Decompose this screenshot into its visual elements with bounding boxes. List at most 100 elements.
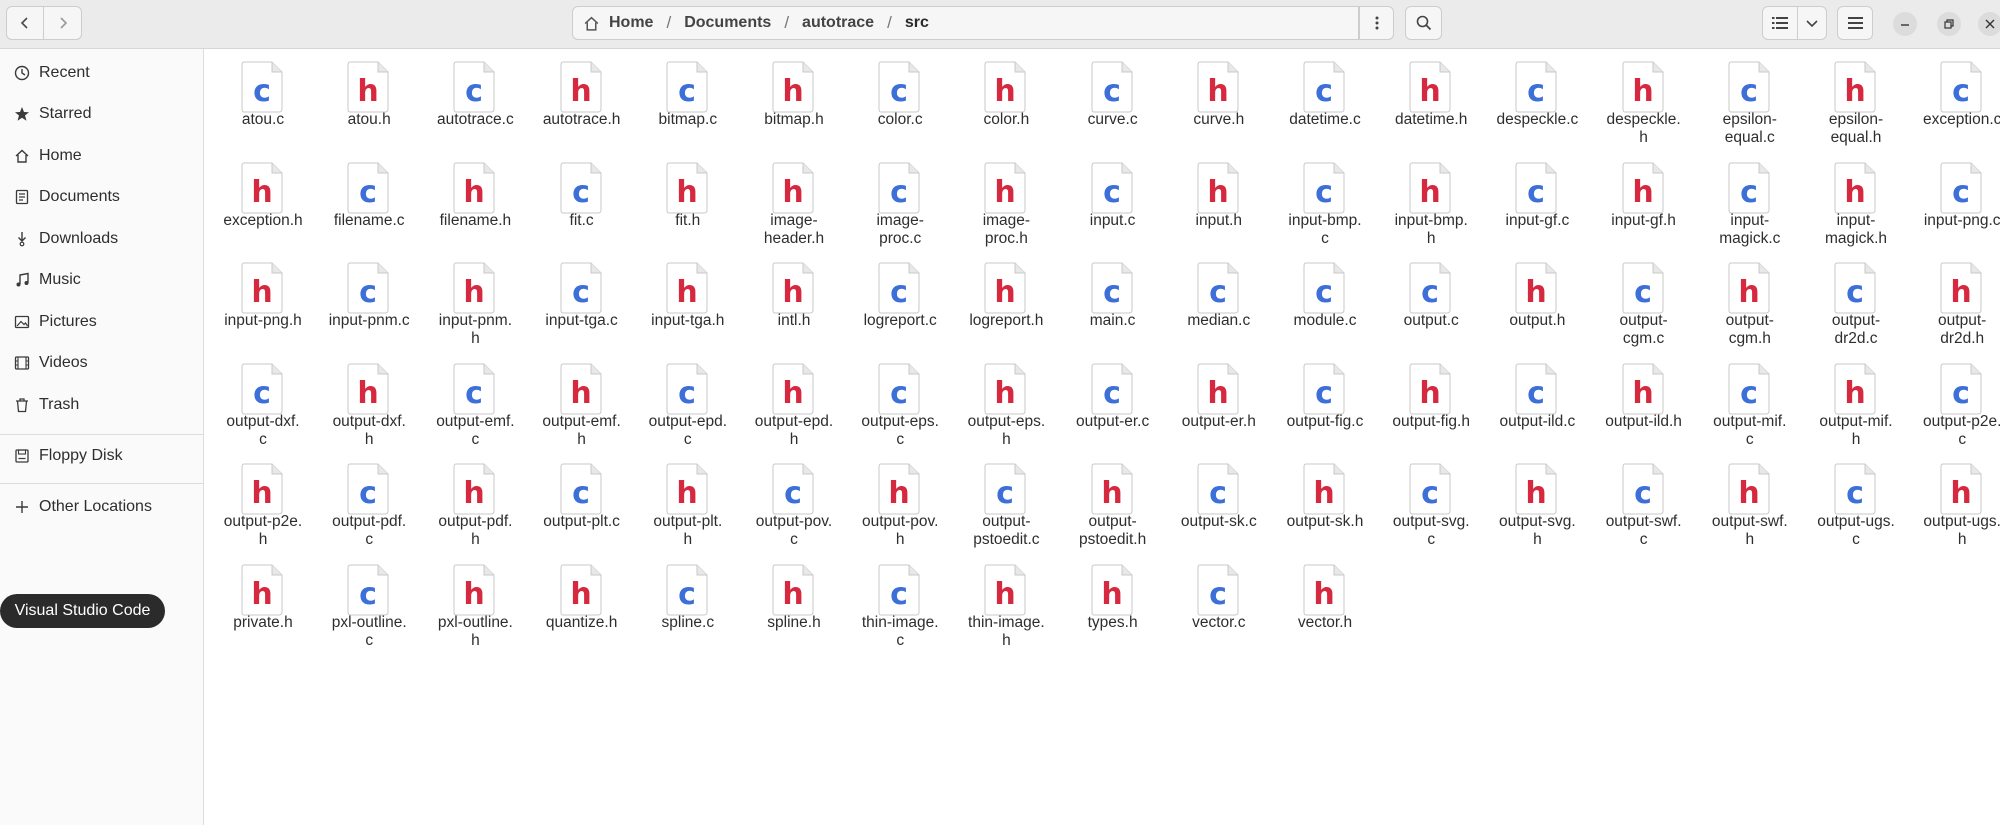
file-name: output-swf. h [1711,513,1788,548]
sidebar-divider [0,483,203,484]
file-name: image-header.h [763,211,825,247]
sidebar-item-music[interactable]: Music [0,261,203,299]
main-menu-button[interactable] [1837,6,1873,40]
file-name: output-p2e. h [223,513,303,548]
sidebar-item-home[interactable]: Home [0,137,203,175]
svg-text:h: h [464,275,485,310]
c-header-file-icon: h [1834,363,1876,414]
file-name: despeckle. h [1606,111,1681,146]
c-source-file-icon: c [1622,262,1664,314]
sidebar-item-floppy-disk[interactable]: Floppy Disk [0,437,203,475]
file-name: output-pdf. h [438,513,513,548]
c-header-file-icon: h [1091,463,1133,515]
c-source-file-icon: c [347,463,389,515]
svg-text:h: h [1844,175,1865,210]
file-name: output.h [1509,312,1566,329]
file-name: output-ild.c [1499,412,1576,430]
file-name: output-pstoedit.c [973,513,1040,548]
file-name: atou.h [347,111,391,128]
c-source-file-icon: c [560,162,602,213]
c-source-file-icon: c [1197,262,1239,314]
svg-text:c: c [1952,376,1970,411]
c-source-file-icon: c [1515,363,1557,414]
file-name: output-svg. h [1499,513,1576,548]
svg-text:c: c [1421,275,1439,310]
list-view-button[interactable] [1762,6,1798,40]
file-name: curve.h [1193,111,1245,128]
file-name: logreport.c [863,312,937,329]
c-header-file-icon: h [1515,463,1557,515]
file-name: vector.c [1192,613,1246,631]
svg-text:c: c [1846,476,1864,511]
sidebar-item-other-locations[interactable]: Other Locations [0,488,203,526]
file-name: output-svg. c [1392,513,1470,548]
back-button[interactable] [6,6,44,40]
tooltip: Visual Studio Code [0,594,165,628]
svg-text:c: c [359,275,377,310]
svg-text:h: h [1632,175,1653,210]
svg-text:h: h [995,376,1016,411]
sidebar-item-trash[interactable]: Trash [0,386,203,424]
sidebar-item-label: Documents [39,188,120,205]
sidebar-item-recent[interactable]: Recent [0,54,203,92]
breadcrumb-separator: / [887,13,892,32]
svg-text:h: h [676,275,697,310]
breadcrumb-src[interactable]: src [901,14,933,32]
svg-text:c: c [1315,74,1333,109]
breadcrumb-documents[interactable]: Documents [680,14,775,32]
c-source-file-icon: c [1515,162,1557,213]
minimize-icon [1901,24,1909,26]
c-header-file-icon: h [666,463,708,515]
c-source-file-icon: c [1091,61,1133,113]
forward-button[interactable] [43,6,82,40]
svg-text:h: h [1738,275,1759,310]
svg-text:h: h [1951,476,1972,511]
breadcrumb-home[interactable]: Home [605,14,657,32]
c-header-file-icon: h [1409,162,1451,213]
file-name: input-tga.h [651,312,725,329]
svg-text:c: c [678,577,696,612]
file-name: input-png.h [224,312,302,329]
file-name: output-p2e. c [1922,412,2000,448]
sidebar-item-label: Other Locations [39,498,152,515]
search-button[interactable] [1405,6,1442,40]
svg-text:h: h [1738,476,1759,511]
file-name: output-er.c [1075,412,1150,430]
file-name: atou.c [241,111,285,128]
sidebar-item-label: Starred [39,105,92,122]
c-header-file-icon: h [241,262,283,314]
file-name: datetime.h [1394,111,1468,128]
svg-text:c: c [465,74,483,109]
file-name: output-mif. h [1819,412,1893,448]
c-header-file-icon: h [1197,61,1239,113]
svg-text:h: h [1526,275,1547,310]
sidebar-item-starred[interactable]: Starred [0,95,203,133]
svg-text:c: c [890,275,908,310]
sidebar-item-videos[interactable]: Videos [0,344,203,382]
c-header-file-icon: h [560,564,602,615]
close-icon [1985,19,1995,29]
file-name: pxl-outline. c [331,613,407,649]
svg-text:c: c [1209,577,1227,612]
minimize-button[interactable] [1893,12,1917,36]
sidebar-item-downloads[interactable]: Downloads [0,220,203,258]
close-button[interactable] [1978,12,2000,36]
maximize-button[interactable] [1937,12,1961,36]
c-header-file-icon: h [984,363,1026,414]
c-header-file-icon: h [984,162,1026,213]
file-name: output-swf. c [1605,513,1682,548]
file-name: output-cgm.h [1725,312,1774,347]
file-name: autotrace.c [437,111,514,128]
c-source-file-icon: c [1834,463,1876,515]
view-options-button[interactable] [1797,6,1827,40]
c-header-file-icon: h [1622,61,1664,113]
svg-text:h: h [676,476,697,511]
file-name: input-magick.c [1719,211,1781,247]
file-name: datetime.c [1289,111,1361,128]
breadcrumb-autotrace[interactable]: autotrace [798,14,878,32]
sidebar-item-label: Pictures [39,313,97,330]
sidebar-item-pictures[interactable]: Pictures [0,303,203,341]
path-menu-button[interactable] [1359,6,1394,40]
sidebar-item-documents[interactable]: Documents [0,178,203,216]
c-source-file-icon: c [878,564,920,615]
